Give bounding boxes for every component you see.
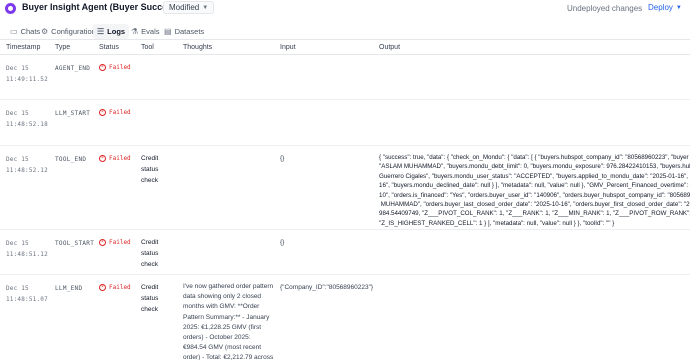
row-type: TOOL_START xyxy=(55,240,95,247)
row-input: {"Company_ID":"80568960223"} xyxy=(280,284,374,291)
status-badge: × Failed xyxy=(99,282,131,293)
flask-icon: ⚗ xyxy=(131,27,139,36)
row-type: LLM_END xyxy=(55,285,83,292)
status-text: Failed xyxy=(109,239,131,246)
column-header-type[interactable]: Type xyxy=(55,44,70,51)
chat-icon: ▭ xyxy=(10,27,18,36)
error-icon: × xyxy=(99,239,106,246)
row-input: {} xyxy=(280,155,285,162)
column-header-timestamp[interactable]: Timestamp xyxy=(6,44,40,51)
column-header-thoughts[interactable]: Thoughts xyxy=(183,44,212,51)
database-icon: ▤ xyxy=(164,27,172,36)
row-type: LLM_START xyxy=(55,110,91,117)
table-row[interactable]: Dec 15 11:48:51.07 LLM_END × Failed Cred… xyxy=(0,275,690,360)
status-badge: × Failed xyxy=(99,237,131,248)
tab-label: Evals xyxy=(141,27,160,36)
row-output: { "success": true, "data": { "check_on_M… xyxy=(379,154,690,227)
row-timestamp: Dec 15 11:48:52.12 xyxy=(6,156,48,174)
column-header-status[interactable]: Status xyxy=(99,44,119,51)
row-type: TOOL_END xyxy=(55,156,87,163)
chevron-down-icon: ▼ xyxy=(675,4,682,11)
modified-dropdown[interactable]: Modified ▼ xyxy=(163,1,215,14)
row-timestamp: Dec 15 11:48:52.18 xyxy=(6,110,48,128)
column-header-output[interactable]: Output xyxy=(379,44,400,51)
status-text: Failed xyxy=(109,155,131,162)
status-badge: × Failed xyxy=(99,107,131,118)
tab-bar: ▭ Chats ⚙ Configuration ☰ Logs ⚗ Evals ▤… xyxy=(0,22,690,40)
error-icon: × xyxy=(99,64,106,71)
table-row[interactable]: Dec 15 11:48:51.12 TOOL_START × Failed C… xyxy=(0,230,690,275)
row-timestamp: Dec 15 11:48:51.12 xyxy=(6,240,48,258)
status-badge: × Failed xyxy=(99,62,131,73)
error-icon: × xyxy=(99,284,106,291)
table-row[interactable]: Dec 15 11:49:11.52 AGENT_END × Failed xyxy=(0,55,690,100)
row-type: AGENT_END xyxy=(55,65,91,72)
deploy-label: Deploy xyxy=(648,3,673,12)
unpublished-status: Undeployed changes xyxy=(567,4,643,13)
tab-label: Datasets xyxy=(174,27,205,36)
row-tool: Credit status check xyxy=(141,155,159,184)
row-tool: Credit status check xyxy=(141,239,159,268)
agent-logo-icon xyxy=(5,3,16,14)
status-text: Failed xyxy=(109,64,131,71)
sliders-icon: ⚙ xyxy=(41,27,49,36)
top-bar: Buyer Insight Agent (Buyer Success & Sal… xyxy=(0,0,690,18)
column-header-tool[interactable]: Tool xyxy=(141,44,154,51)
error-icon: × xyxy=(99,155,106,162)
row-thoughts: I've now gathered order pattern data sho… xyxy=(183,283,274,360)
table-row[interactable]: Dec 15 11:48:52.18 LLM_START × Failed xyxy=(0,100,690,146)
status-badge: × Failed xyxy=(99,153,131,164)
logs-table-header: Timestamp Type Status Tool Thoughts Inpu… xyxy=(0,41,690,55)
chevron-down-icon: ▼ xyxy=(202,4,209,11)
row-input: {} xyxy=(280,239,285,246)
tab-logs[interactable]: ☰ Logs xyxy=(93,24,130,39)
tab-datasets[interactable]: ▤ Datasets xyxy=(160,24,208,39)
table-row[interactable]: Dec 15 11:48:52.12 TOOL_END × Failed Cre… xyxy=(0,146,690,230)
row-tool: Credit status check xyxy=(141,284,159,313)
deploy-button[interactable]: Deploy ▼ xyxy=(648,3,682,12)
status-text: Failed xyxy=(109,284,131,291)
tab-label: Configuration xyxy=(51,27,96,36)
column-header-input[interactable]: Input xyxy=(280,44,296,51)
modified-label: Modified xyxy=(169,3,200,12)
row-timestamp: Dec 15 11:49:11.52 xyxy=(6,65,48,83)
tab-evals[interactable]: ⚗ Evals xyxy=(127,24,164,39)
list-icon: ☰ xyxy=(97,27,105,36)
error-icon: × xyxy=(99,109,106,116)
tab-label: Logs xyxy=(107,27,126,36)
row-timestamp: Dec 15 11:48:51.07 xyxy=(6,285,48,303)
status-text: Failed xyxy=(109,109,131,116)
tab-configuration[interactable]: ⚙ Configuration xyxy=(37,24,100,39)
